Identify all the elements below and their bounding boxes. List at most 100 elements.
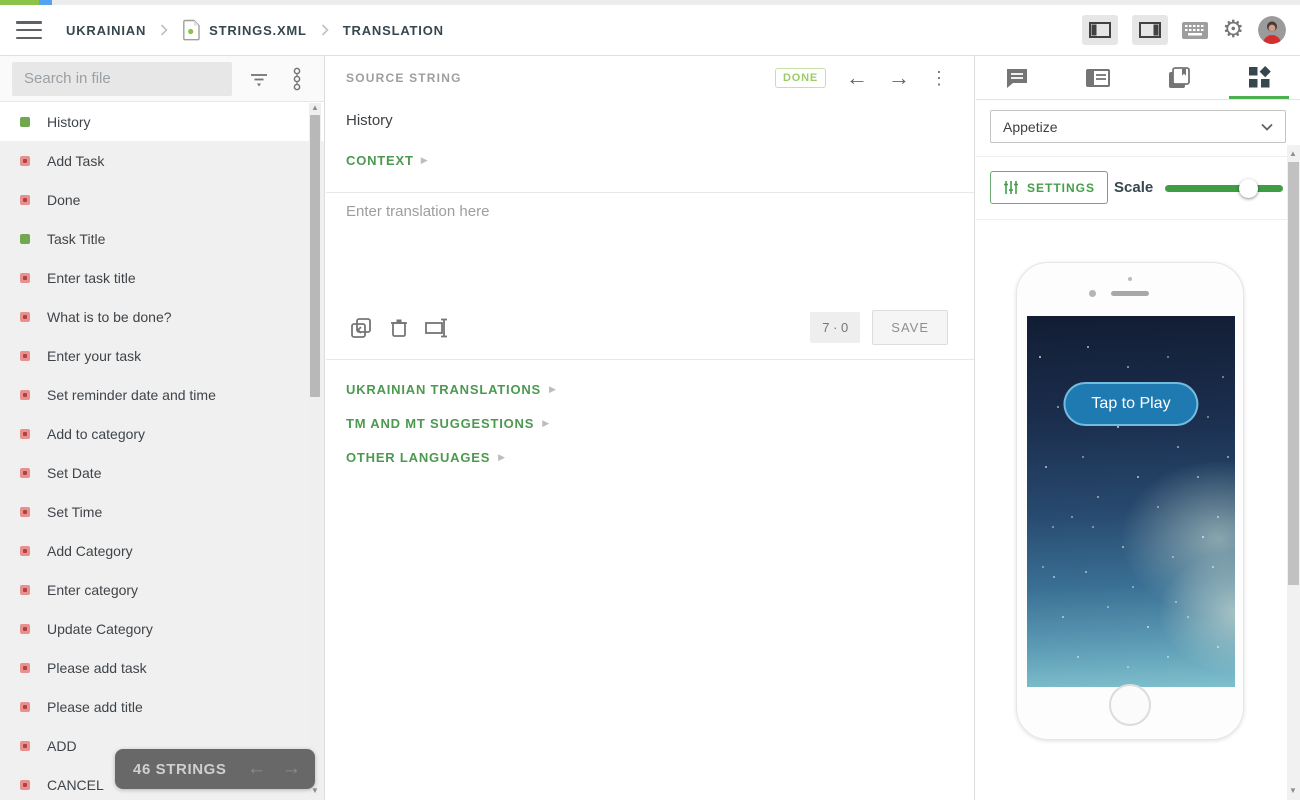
expand-triangle-icon: ▶ <box>549 384 556 395</box>
scale-label: Scale <box>1114 179 1153 196</box>
chevron-right-icon <box>160 24 168 36</box>
string-list-item[interactable]: Please add task <box>0 648 324 687</box>
layout-left-panel-button[interactable] <box>1082 15 1118 45</box>
string-list-item[interactable]: Done <box>0 180 324 219</box>
scroll-up-icon[interactable]: ▲ <box>309 103 321 113</box>
strings-count-pill: 46 STRINGS ← → <box>115 749 315 789</box>
string-label: History <box>47 114 91 130</box>
expand-triangle-icon: ▶ <box>498 452 505 463</box>
string-list-item[interactable]: Add Category <box>0 531 324 570</box>
settings-button[interactable]: SETTINGS <box>990 171 1108 204</box>
string-label: Set Time <box>47 504 102 520</box>
settings-gear-icon[interactable]: ⚙ <box>1222 18 1244 42</box>
string-label: Enter category <box>47 582 138 598</box>
tab-terms[interactable] <box>1057 56 1138 99</box>
expand-triangle-icon: ▶ <box>421 155 428 166</box>
string-options-menu-icon[interactable]: ⋮ <box>930 69 948 87</box>
previous-string-button[interactable]: ← <box>846 67 868 89</box>
sidebar-search-bar <box>0 56 324 102</box>
status-marker-icon <box>20 507 30 517</box>
string-list-item[interactable]: Add to category <box>0 414 324 453</box>
phone-home-button[interactable] <box>1109 684 1151 726</box>
status-marker-icon <box>20 312 30 322</box>
string-list-item[interactable]: Add Task <box>0 141 324 180</box>
editor-section-toggle[interactable]: OTHER LANGUAGES ▶ <box>346 440 954 474</box>
status-marker-icon <box>20 117 30 127</box>
save-button[interactable]: SAVE <box>872 310 948 345</box>
string-list-item[interactable]: Set Time <box>0 492 324 531</box>
status-marker-icon <box>20 624 30 634</box>
clear-translation-trash-icon[interactable] <box>380 311 418 345</box>
panel-scrollbar-thumb[interactable] <box>1288 162 1299 585</box>
scale-slider-track[interactable] <box>1165 185 1283 192</box>
file-icon <box>182 19 201 41</box>
layout-right-panel-button[interactable] <box>1132 15 1168 45</box>
next-page-button[interactable]: → <box>282 758 301 780</box>
section-label: UKRAINIAN TRANSLATIONS <box>346 382 541 397</box>
string-list-item[interactable]: Set Date <box>0 453 324 492</box>
string-label: Please add task <box>47 660 147 676</box>
tab-comments[interactable] <box>976 56 1057 99</box>
editor-sections: UKRAINIAN TRANSLATIONS ▶ TM AND MT SUGGE… <box>326 360 974 486</box>
scroll-down-icon[interactable]: ▼ <box>1287 786 1299 796</box>
tab-apps[interactable] <box>1219 56 1300 99</box>
string-list-item[interactable]: Enter task title <box>0 258 324 297</box>
char-word-counter: 7 · 0 <box>810 312 860 343</box>
editor-section-toggle[interactable]: TM AND MT SUGGESTIONS ▶ <box>346 406 954 440</box>
string-label: What is to be done? <box>47 309 172 325</box>
breadcrumb-language[interactable]: UKRAINIAN <box>66 23 146 38</box>
string-list-item[interactable]: Enter category <box>0 570 324 609</box>
panel-scrollbar: ▲ ▼ <box>1287 145 1300 800</box>
context-label: CONTEXT <box>346 153 414 168</box>
translation-editor: SOURCE STRING DONE ← → ⋮ History CONTEXT… <box>326 56 975 800</box>
phone-sensor-dot <box>1128 277 1132 281</box>
status-marker-icon <box>20 468 30 478</box>
sidebar-more-menu-icon[interactable] <box>280 62 314 96</box>
device-select[interactable]: Appetize <box>990 110 1286 143</box>
main-menu-icon[interactable] <box>16 21 42 39</box>
scale-slider[interactable] <box>1165 179 1283 197</box>
select-text-icon[interactable] <box>418 311 456 345</box>
translation-input[interactable] <box>346 203 954 299</box>
string-list-item[interactable]: What is to be done? <box>0 297 324 336</box>
strings-count-label: 46 STRINGS <box>133 761 227 778</box>
settings-button-label: SETTINGS <box>1027 181 1095 195</box>
editor-section-toggle[interactable]: UKRAINIAN TRANSLATIONS ▶ <box>346 372 954 406</box>
strings-sidebar: History Add Task Done Task Title Enter t… <box>0 56 325 800</box>
string-list-item[interactable]: Task Title <box>0 219 324 258</box>
breadcrumb-section: TRANSLATION <box>343 23 444 38</box>
prev-page-button[interactable]: ← <box>247 758 266 780</box>
context-toggle[interactable]: CONTEXT ▶ <box>326 129 974 168</box>
breadcrumb-file[interactable]: STRINGS.XML <box>209 23 307 38</box>
sidebar-scrollbar-thumb[interactable] <box>310 115 320 397</box>
user-avatar[interactable] <box>1258 16 1286 44</box>
string-label: Enter your task <box>47 348 141 364</box>
scale-slider-thumb[interactable] <box>1239 179 1258 198</box>
string-label: Done <box>47 192 80 208</box>
scroll-up-icon[interactable]: ▲ <box>1287 149 1299 159</box>
top-bar: UKRAINIAN STRINGS.XML TRANSLATION ⚙ <box>0 5 1300 56</box>
search-input[interactable] <box>12 62 232 96</box>
active-tab-indicator <box>1229 96 1289 99</box>
string-list-item[interactable]: History <box>0 102 324 141</box>
next-string-button[interactable]: → <box>888 67 910 89</box>
string-list-item[interactable]: Update Category <box>0 609 324 648</box>
sidebar-scrollbar: ▲ ▼ <box>309 103 321 796</box>
chevron-down-icon <box>1261 123 1273 131</box>
string-label: Enter task title <box>47 270 136 286</box>
status-marker-icon <box>20 273 30 283</box>
keyboard-shortcuts-icon[interactable] <box>1182 22 1208 39</box>
string-list-item[interactable]: Please add title <box>0 687 324 726</box>
status-marker-icon <box>20 351 30 361</box>
tap-to-play-button[interactable]: Tap to Play <box>1063 382 1198 426</box>
filter-icon[interactable] <box>242 62 276 96</box>
string-list-item[interactable]: Set reminder date and time <box>0 375 324 414</box>
copy-source-icon[interactable] <box>342 311 380 345</box>
status-marker-icon <box>20 195 30 205</box>
section-label: TM AND MT SUGGESTIONS <box>346 416 534 431</box>
tab-glossary-pages[interactable] <box>1138 56 1219 99</box>
string-list-item[interactable]: Enter your task <box>0 336 324 375</box>
device-select-value: Appetize <box>1003 119 1057 135</box>
status-marker-icon <box>20 546 30 556</box>
device-preview-phone: Tap to Play <box>1016 262 1244 740</box>
